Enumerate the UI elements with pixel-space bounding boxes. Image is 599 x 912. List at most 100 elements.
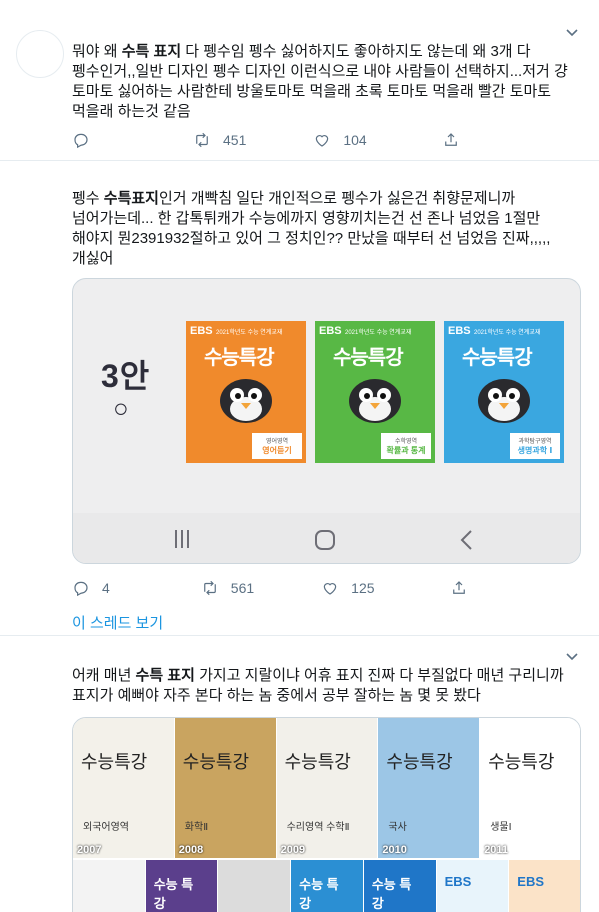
cover-title: 수능 특강 (299, 877, 339, 911)
like-count: 104 (343, 132, 367, 148)
tweet-media-image[interactable]: 수능특강외국어영역 2007 수능특강화학Ⅱ 2008 수능특강수리영역 수학Ⅱ 2009… (72, 717, 581, 912)
series-label: 2021학년도 수능 연계교재 (216, 330, 283, 336)
cover-title: 수능특강 (386, 752, 453, 773)
cover-title: 수능 특강 (153, 877, 194, 911)
book-title: 수능특강 (204, 347, 275, 369)
tweet-3[interactable]: 어캐 매년 수특 표지 가지고 지랄이냐 어휴 표지 진짜 다 부질없다 매년 … (0, 636, 599, 912)
cover-title: 수능 특강 (371, 877, 412, 911)
cover-year: 2008 (178, 844, 204, 856)
collage-cover: EBS (509, 860, 580, 912)
brand-label: EBS (190, 325, 213, 337)
brand-label: EBS (448, 325, 471, 337)
book-cover: EBS 2021학년도 수능 연계교재수능특강과학탐구영역 생명과학 Ⅰ (444, 321, 564, 463)
collage-cover (73, 860, 145, 912)
cover-subtitle: 생물Ⅰ (490, 822, 512, 833)
collage-cover: 수능특강화학Ⅱ 2008 (174, 718, 276, 858)
tweet-actions: 4 561 125 (72, 578, 468, 598)
collage-cover: 수능특강수리영역 수학Ⅱ 2009 (276, 718, 378, 858)
text-segment: 뭐야 왜 (72, 43, 122, 60)
keyword-highlight: 수특표지 (103, 190, 159, 207)
collage-cover: 수능특강외국어영역 2007 (73, 718, 174, 858)
home-icon (315, 530, 335, 550)
collage-cover: 수능 특강 (363, 860, 436, 912)
subject-small: 영어영역 (265, 439, 289, 445)
subject-label: 영어듣기 (262, 446, 292, 455)
cover-subtitle: 화학Ⅱ (184, 822, 209, 833)
collage-cover: 수능특강생물Ⅰ 2011 (480, 718, 580, 858)
phone-nav-bar (73, 513, 580, 563)
back-icon (460, 530, 472, 550)
reply-button[interactable]: 4 (72, 579, 110, 597)
subject-small: 수학영역 (394, 439, 418, 445)
reply-button[interactable] (72, 131, 102, 149)
share-button[interactable] (450, 579, 468, 597)
chevron-down-icon[interactable] (565, 26, 579, 40)
avatar[interactable] (16, 30, 64, 78)
cover-subtitle: 외국어영역 (83, 822, 129, 833)
collage-cover: 수능 특강 (145, 860, 218, 912)
book-cover: EBS 2021학년도 수능 연계교재수능특강영어영역 영어듣기 (186, 321, 306, 463)
like-button[interactable]: 125 (321, 579, 375, 597)
penguin-icon (478, 379, 530, 423)
option-mark: ○ (113, 393, 129, 423)
cover-subtitle: 수리영역 수학Ⅱ (286, 822, 350, 833)
subject-label: 확률과 통계 (386, 446, 426, 455)
tweet-2[interactable]: 펭수 수특표지인거 개빡침 일단 개인적으로 펭수가 싫은건 취향문제니까 넘어… (0, 161, 599, 635)
retweet-button[interactable]: 561 (201, 579, 254, 597)
chevron-down-icon[interactable] (565, 650, 579, 664)
brand-label: EBS (319, 325, 342, 337)
tweet-media-image[interactable]: 3안 ○ EBS 2021학년도 수능 연계교재 수능특강 영어영역 영어듣기 EBS 20… (72, 278, 581, 564)
book-title: 수능특강 (462, 347, 533, 369)
penguin-icon (220, 379, 272, 423)
reply-icon (74, 133, 88, 149)
retweet-count: 451 (223, 132, 247, 148)
reply-count: 4 (102, 580, 110, 596)
cover-title: 수능특강 (182, 752, 250, 773)
option-label: 3안 (101, 358, 151, 394)
recent-apps-icon (175, 530, 189, 548)
subject-label: 생명과학 Ⅰ (517, 446, 553, 455)
cover-subtitle: 국사 (388, 822, 407, 833)
retweet-count: 561 (230, 580, 255, 596)
cover-title: EBS (444, 874, 472, 889)
subject-box: 수학영역 확률과 통계 (381, 433, 431, 459)
cover-year: 2011 (484, 844, 509, 856)
cover-title: 수능특강 (284, 752, 351, 773)
reply-icon (74, 581, 88, 597)
tweet-text: 어캐 매년 수특 표지 가지고 지랄이냐 어휴 표지 진짜 다 부질없다 매년 … (72, 666, 584, 706)
like-button[interactable]: 104 (313, 131, 367, 149)
like-count: 125 (351, 580, 375, 596)
cover-year: 2010 (382, 844, 407, 856)
keyword-highlight: 수특 표지 (121, 43, 182, 60)
cover-year: 2007 (77, 844, 102, 856)
tweet-1[interactable]: 뭐야 왜 수특 표지 다 펭수임 펭수 싫어하지도 좋아하지도 않는데 왜 3개… (0, 0, 599, 160)
subject-box: 과학탐구영역 생명과학 Ⅰ (510, 433, 560, 459)
book-cover: EBS 2021학년도 수능 연계교재 수능특강 수학영역 확률과 통계 (315, 321, 435, 463)
collage-cover: EBS (436, 860, 509, 912)
heart-icon (323, 583, 337, 595)
collage-cover: 수능특강국사 2010 (378, 718, 480, 858)
retweet-icon (196, 132, 208, 148)
tweet-text: 뭐야 왜 수특 표지 다 펭수임 펭수 싫어하지도 좋아하지도 않는데 왜 3개… (72, 42, 584, 122)
share-button[interactable] (442, 131, 460, 149)
retweet-icon (203, 580, 216, 596)
penguin-icon (349, 379, 401, 423)
cover-year: 2009 (280, 844, 306, 856)
tweet-text: 펭수 수특표지인거 개빡침 일단 개인적으로 펭수가 싫은건 취향문제니까 넘어… (72, 189, 584, 269)
series-label: 2021학년도 수능 연계교재 (474, 330, 541, 336)
subject-small: 과학탐구영역 (518, 439, 552, 445)
keyword-highlight: 수특 표지 (135, 667, 195, 684)
cover-title: EBS (517, 874, 545, 889)
retweet-button[interactable]: 451 (193, 131, 246, 149)
series-label: 2021학년도 수능 연계교재 (345, 330, 412, 336)
subject-box: 영어영역 영어듣기 (252, 433, 302, 459)
cover-title: 수능특강 (488, 752, 555, 773)
text-segment: 펭수 (72, 190, 104, 207)
tweet-actions: 451 104 (72, 130, 460, 150)
collage-cover: 수능 특강 (291, 860, 363, 912)
text-segment: 어캐 매년 (72, 667, 136, 684)
collage-cover (218, 860, 291, 912)
share-icon (452, 581, 465, 594)
cover-title: 수능특강 (81, 752, 148, 773)
show-thread-link[interactable]: 이 스레드 보기 (72, 612, 163, 633)
